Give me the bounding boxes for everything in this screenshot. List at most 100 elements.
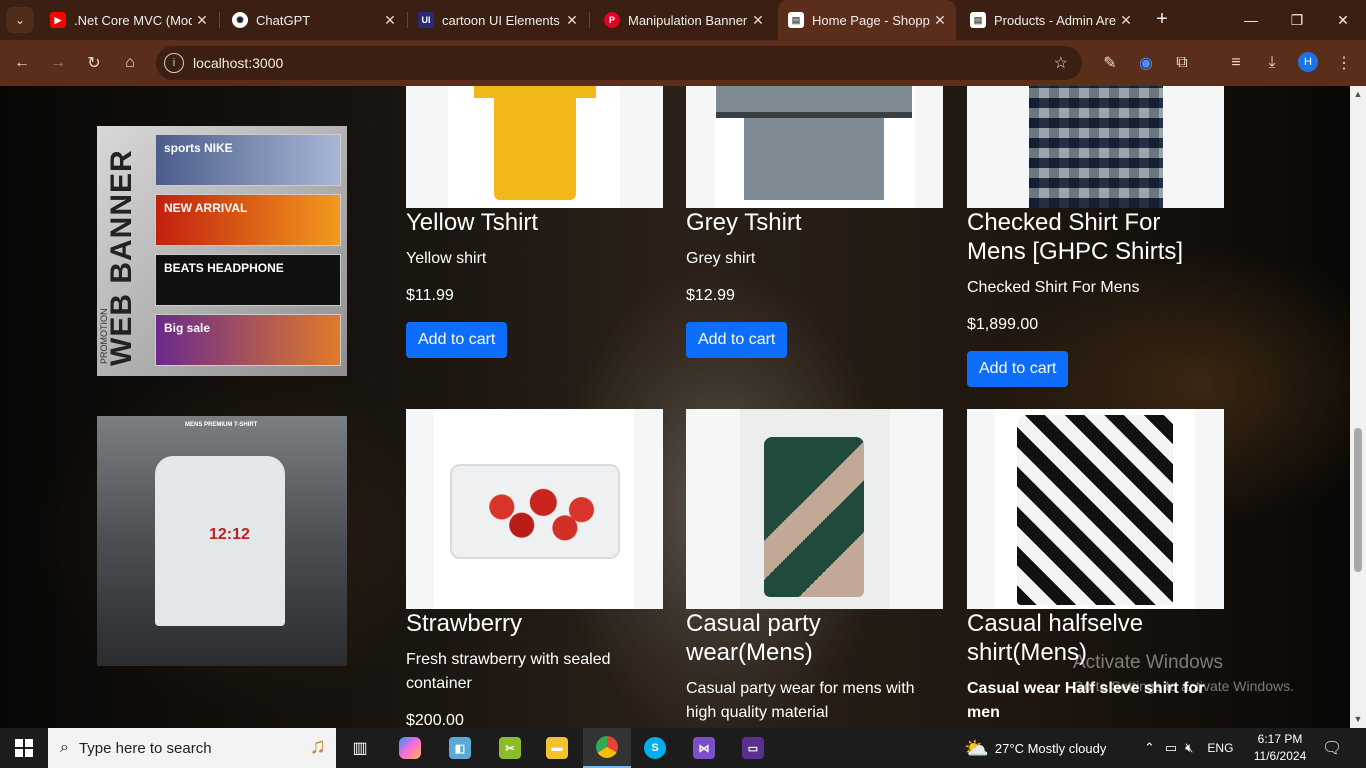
site-info-icon[interactable]: i <box>164 53 184 73</box>
banner-card: BEATS HEADPHONE <box>155 254 341 306</box>
new-tab-button[interactable]: + <box>1150 8 1174 32</box>
pen-extension-button[interactable]: ✎ <box>1096 49 1124 77</box>
tab-home-page[interactable]: ▤ Home Page - Shoppin ✕ <box>778 0 956 40</box>
snipping-tool-button[interactable]: ✂ <box>486 728 534 768</box>
restore-button[interactable]: ❐ <box>1274 0 1320 40</box>
forward-button[interactable]: → <box>44 49 72 77</box>
close-icon[interactable]: ✕ <box>192 12 212 29</box>
close-icon[interactable]: ✕ <box>1116 12 1136 29</box>
home-icon: ⌂ <box>125 54 135 71</box>
chrome-button[interactable] <box>583 728 631 768</box>
task-view-button[interactable]: ▥ <box>336 728 384 768</box>
saxophone-icon: ♫ <box>309 733 327 758</box>
file-explorer-button[interactable]: ▬ <box>533 728 581 768</box>
reload-icon: ↻ <box>87 55 101 72</box>
browser-toolbar: ← → ↻ ⌂ i localhost:3000 ☆ ✎ ◉ ⧉ ≡ ⤓ ⋮ <box>0 40 1366 86</box>
app-icon: ◧ <box>449 737 471 759</box>
chrome-icon <box>596 736 618 758</box>
banner-title: MENS PREMIUM T-SHIRT <box>185 422 258 428</box>
skype-icon: S <box>644 737 666 759</box>
app-button[interactable]: ◧ <box>436 728 484 768</box>
add-to-cart-button[interactable]: Add to cart <box>686 322 788 358</box>
notification-icon: 🗨︎ <box>1322 740 1343 757</box>
tab-search-button[interactable]: ⌄ <box>6 7 34 33</box>
language-indicator[interactable]: ENG <box>1207 741 1233 755</box>
kebab-menu-icon: ⋮ <box>1336 55 1352 72</box>
start-button[interactable] <box>0 728 48 768</box>
skype-button[interactable]: S <box>631 728 679 768</box>
taskbar-search[interactable]: ⌕ Type here to search ♫ <box>48 728 336 768</box>
product-title: Casual party wear(Mens) <box>686 610 821 666</box>
bookmark-star-icon[interactable]: ☆ <box>1054 53 1068 73</box>
tab-chatgpt[interactable]: ✺ ChatGPT ✕ <box>222 6 406 34</box>
extension-button[interactable]: ◉ <box>1132 49 1160 77</box>
product-description: Yellow shirt <box>406 250 487 267</box>
close-icon[interactable]: ✕ <box>380 12 400 29</box>
add-to-cart-button[interactable]: Add to cart <box>406 322 508 358</box>
product-price: $200.00 <box>406 712 464 728</box>
close-icon[interactable]: ✕ <box>748 12 768 29</box>
taskbar-clock[interactable]: 6:17 PM 11/6/2024 <box>1250 731 1310 765</box>
youtube-icon: ▶ <box>50 12 66 28</box>
promo-banner-web[interactable]: WEB BANNER PROMOTION sports NIKE NEW ARR… <box>97 126 347 376</box>
menu-button[interactable]: ⋮ <box>1330 49 1358 77</box>
reload-button[interactable]: ↻ <box>80 49 108 77</box>
banner-card: Big sale <box>155 314 341 366</box>
task-view-icon: ▥ <box>352 740 368 757</box>
chevron-up-icon[interactable]: ⌃ <box>1144 740 1155 756</box>
circle-extension-icon: ◉ <box>1139 55 1153 72</box>
chatgpt-icon: ✺ <box>232 12 248 28</box>
scroll-down-icon[interactable]: ▼ <box>1350 711 1366 728</box>
extensions-button[interactable]: ⧉ <box>1168 49 1196 77</box>
product-image[interactable] <box>967 409 1224 609</box>
scroll-up-icon[interactable]: ▲ <box>1350 86 1366 103</box>
close-window-button[interactable]: ✕ <box>1320 0 1366 40</box>
add-to-cart-button[interactable]: Add to cart <box>967 351 1069 387</box>
weather-widget[interactable]: ⛅ 27°C Mostly cloudy <box>964 728 1106 768</box>
scrollbar-thumb[interactable] <box>1354 428 1362 572</box>
shirt-print-text: 12:12 <box>209 526 250 543</box>
close-icon[interactable]: ✕ <box>562 12 582 29</box>
product-description: Checked Shirt For Mens <box>967 279 1140 296</box>
visual-studio-icon: ⋈ <box>693 737 715 759</box>
home-button[interactable]: ⌂ <box>116 49 144 77</box>
tab-netcore[interactable]: ▶ .Net Core MVC (Mode ✕ <box>40 6 218 34</box>
search-placeholder: Type here to search <box>78 739 212 757</box>
product-card: Grey Tshirt Grey shirt $12.99 Add to car… <box>686 86 943 358</box>
minimize-button[interactable]: — <box>1228 0 1274 40</box>
tab-products-admin[interactable]: ▤ Products - Admin Are ✕ <box>960 6 1142 34</box>
banner-card: NEW ARRIVAL <box>155 194 341 246</box>
page-scrollbar[interactable]: ▲ ▼ <box>1350 86 1366 728</box>
promo-banner-tshirt[interactable]: MENS PREMIUM T-SHIRT 12:12 <box>97 416 347 666</box>
product-card: Strawberry Fresh strawberry with sealed … <box>406 409 663 728</box>
product-price: $12.99 <box>686 287 735 304</box>
copilot-button[interactable] <box>386 728 434 768</box>
visual-studio-button[interactable]: ⋈ <box>680 728 728 768</box>
product-image[interactable] <box>686 86 943 208</box>
product-image[interactable] <box>686 409 943 609</box>
address-bar[interactable]: i localhost:3000 ☆ <box>156 46 1082 80</box>
media-control-button[interactable]: ≡ <box>1222 49 1250 77</box>
product-image[interactable] <box>967 86 1224 208</box>
windows-logo-icon <box>15 739 33 757</box>
banner-title: WEB BANNER <box>105 149 138 366</box>
network-icon[interactable]: ▭ <box>1165 740 1177 756</box>
terminal-button[interactable]: ▭ <box>729 728 777 768</box>
tab-cartoon-ui[interactable]: UI cartoon UI Elements i ✕ <box>408 6 588 34</box>
terminal-icon: ▭ <box>742 737 764 759</box>
product-description: Fresh strawberry with sealed container <box>406 651 611 692</box>
windows-taskbar: ⌕ Type here to search ♫ ▥ ◧ ✂ ▬ S ⋈ ▭ ⛅ … <box>0 728 1366 768</box>
notification-button[interactable]: 🗨︎ <box>1322 728 1342 768</box>
product-title: Checked Shirt For Mens [GHPC Shirts] <box>967 209 1184 265</box>
profile-avatar[interactable]: H <box>1298 52 1318 72</box>
volume-muted-icon[interactable]: 🔇︎ <box>1185 740 1193 756</box>
tab-pinterest[interactable]: P Manipulation Banner ✕ <box>594 6 774 34</box>
close-icon[interactable]: ✕ <box>930 12 950 29</box>
product-image[interactable] <box>406 86 663 208</box>
tab-strip: ⌄ ▶ .Net Core MVC (Mode ✕ ✺ ChatGPT ✕ UI… <box>0 0 1366 40</box>
product-image[interactable] <box>406 409 663 609</box>
back-button[interactable]: ← <box>8 49 36 77</box>
product-title: Yellow Tshirt <box>406 209 539 236</box>
clock-date: 11/6/2024 <box>1253 749 1307 763</box>
downloads-button[interactable]: ⤓ <box>1258 49 1286 77</box>
